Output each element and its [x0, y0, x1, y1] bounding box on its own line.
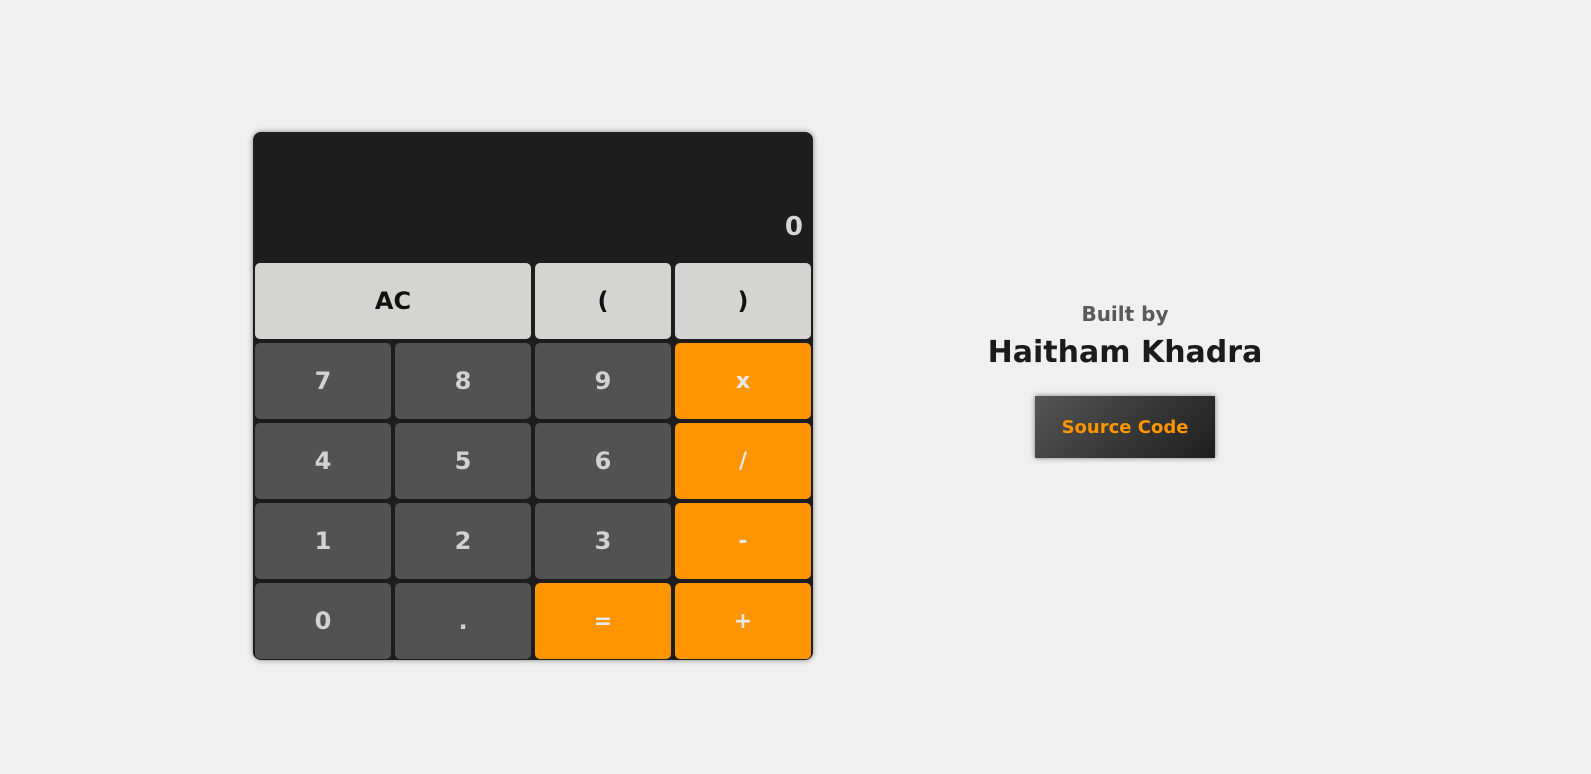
- digit-3-button[interactable]: 3: [535, 503, 671, 579]
- divide-button[interactable]: /: [675, 423, 811, 499]
- add-button[interactable]: +: [675, 583, 811, 659]
- digit-7-button[interactable]: 7: [255, 343, 391, 419]
- calculator: 0 AC ( ) 7 8 9 x 4 5 6 / 1 2 3 - 0 . = +: [253, 132, 813, 660]
- credit-section: Built by Haitham Khadra Source Code: [940, 300, 1310, 458]
- open-paren-button[interactable]: (: [535, 263, 671, 339]
- keypad: AC ( ) 7 8 9 x 4 5 6 / 1 2 3 - 0 . = +: [255, 263, 811, 659]
- digit-2-button[interactable]: 2: [395, 503, 531, 579]
- decimal-button[interactable]: .: [395, 583, 531, 659]
- clear-button[interactable]: AC: [255, 263, 531, 339]
- author-name: Haitham Khadra: [987, 335, 1263, 370]
- digit-8-button[interactable]: 8: [395, 343, 531, 419]
- close-paren-button[interactable]: ): [675, 263, 811, 339]
- multiply-button[interactable]: x: [675, 343, 811, 419]
- source-code-button[interactable]: Source Code: [1035, 396, 1215, 458]
- digit-4-button[interactable]: 4: [255, 423, 391, 499]
- display-value: 0: [784, 212, 803, 242]
- calculator-display: 0: [253, 132, 813, 262]
- built-by-label: Built by: [1081, 302, 1169, 326]
- digit-6-button[interactable]: 6: [535, 423, 671, 499]
- digit-1-button[interactable]: 1: [255, 503, 391, 579]
- digit-9-button[interactable]: 9: [535, 343, 671, 419]
- digit-5-button[interactable]: 5: [395, 423, 531, 499]
- digit-0-button[interactable]: 0: [255, 583, 391, 659]
- subtract-button[interactable]: -: [675, 503, 811, 579]
- equals-button[interactable]: =: [535, 583, 671, 659]
